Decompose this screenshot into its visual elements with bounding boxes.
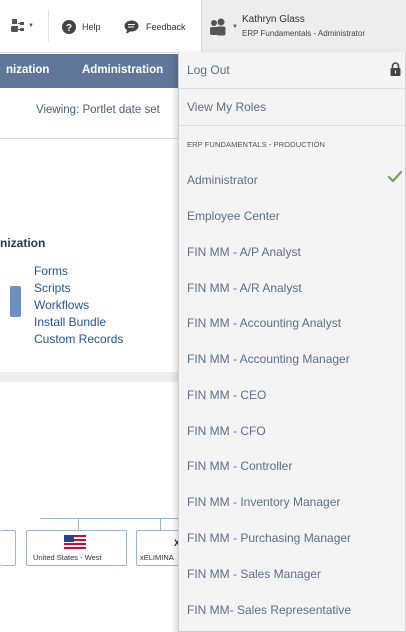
chevron-down-icon: ▼	[28, 23, 34, 29]
role-item[interactable]: FIN MM - Accounting Manager	[179, 341, 405, 377]
view-my-roles-item[interactable]: View My Roles	[179, 89, 405, 125]
role-label: FIN MM - CEO	[187, 388, 267, 402]
recent-records-menu[interactable]: ▼	[10, 18, 34, 34]
account-section-header: ERP FUNDAMENTALS - PRODUCTION	[187, 140, 326, 149]
role-item[interactable]: FIN MM - Inventory Manager	[179, 484, 405, 520]
link-forms[interactable]: Forms	[34, 263, 123, 280]
role-label: FIN MM- Sales Representative	[187, 603, 352, 617]
help-link[interactable]: ? Help	[62, 20, 101, 34]
role-label: FIN MM - A/R Analyst	[187, 281, 302, 295]
role-label: FIN MM - Accounting Manager	[187, 352, 350, 366]
nav-item-customization[interactable]: nization	[6, 64, 49, 76]
user-roles-menu: Log Out View My Roles ERP FUNDAMENTALS -…	[178, 52, 406, 632]
viewing-status[interactable]: Viewing: Portlet date set	[36, 104, 160, 116]
us-flag-icon	[64, 535, 86, 549]
role-item[interactable]: FIN MM - Purchasing Manager	[179, 520, 405, 556]
org-node-label: United States - West	[33, 553, 102, 562]
logout-item[interactable]: Log Out	[179, 52, 405, 88]
divider	[0, 372, 180, 382]
role-item[interactable]: FIN MM - A/P Analyst	[179, 234, 405, 270]
org-node-label: xELIMINA	[140, 553, 174, 562]
nav-item-administration[interactable]: Administration	[82, 64, 163, 76]
divider	[179, 125, 405, 126]
org-node[interactable]	[0, 530, 16, 566]
feedback-label: Feedback	[146, 22, 186, 32]
customization-links: Forms Scripts Workflows Install Bundle C…	[34, 263, 123, 348]
user-menu-toggle[interactable]: ▼ Kathryn Glass ERP Fundamentals - Admin…	[201, 0, 406, 53]
role-item[interactable]: FIN MM - A/R Analyst	[179, 270, 405, 306]
help-label: Help	[82, 22, 101, 32]
role-label: FIN MM - Inventory Manager	[187, 495, 341, 509]
role-label: FIN MM - A/P Analyst	[187, 245, 301, 259]
role-label: Employee Center	[187, 209, 280, 223]
divider	[48, 10, 49, 42]
role-item[interactable]: FIN MM - Controller	[179, 448, 405, 484]
user-name: Kathryn Glass	[242, 14, 305, 25]
link-custom-records[interactable]: Custom Records	[34, 331, 123, 348]
org-connector	[160, 518, 161, 530]
top-bar: ▼ ? Help Feedback ▼ Kathryn Glass ERP Fu…	[0, 0, 406, 53]
user-role: ERP Fundamentals - Administrator	[242, 29, 366, 38]
logout-label: Log Out	[187, 63, 230, 77]
chevron-down-icon: ▼	[232, 24, 238, 30]
role-item[interactable]: Employee Center	[179, 198, 405, 234]
role-item[interactable]: FIN MM - CFO	[179, 413, 405, 449]
role-item[interactable]: FIN MM - Accounting Analyst	[179, 305, 405, 341]
section-title: nization	[0, 236, 46, 250]
role-item-administrator[interactable]: Administrator	[179, 162, 405, 198]
person-tree-icon	[11, 19, 24, 32]
role-item[interactable]: FIN MM - Sales Manager	[179, 556, 405, 592]
org-node-us-west[interactable]: United States - West	[26, 530, 127, 566]
role-label: FIN MM - Sales Manager	[187, 567, 322, 581]
role-label: FIN MM - CFO	[187, 424, 266, 438]
users-icon	[210, 18, 226, 36]
lock-icon	[390, 62, 401, 76]
feedback-link[interactable]: Feedback	[124, 20, 186, 34]
role-item[interactable]: FIN MM - CEO	[179, 377, 405, 413]
speech-bubble-icon	[124, 20, 139, 34]
org-connector	[78, 518, 79, 530]
link-workflows[interactable]: Workflows	[34, 297, 123, 314]
role-label: FIN MM - Purchasing Manager	[187, 531, 352, 545]
link-install-bundle[interactable]: Install Bundle	[34, 314, 123, 331]
view-roles-label: View My Roles	[187, 100, 267, 114]
divider	[0, 138, 180, 139]
role-label: FIN MM - Controller	[187, 459, 293, 473]
portlet-icon	[10, 286, 21, 317]
svg-text:?: ?	[66, 23, 72, 34]
link-scripts[interactable]: Scripts	[34, 280, 123, 297]
role-item[interactable]: FIN MM- Sales Representative	[179, 592, 405, 628]
role-label: FIN MM - Accounting Analyst	[187, 316, 342, 330]
role-label: Administrator	[187, 173, 258, 187]
checkmark-icon	[387, 170, 403, 183]
org-connector	[40, 518, 180, 519]
help-icon: ?	[62, 20, 76, 34]
